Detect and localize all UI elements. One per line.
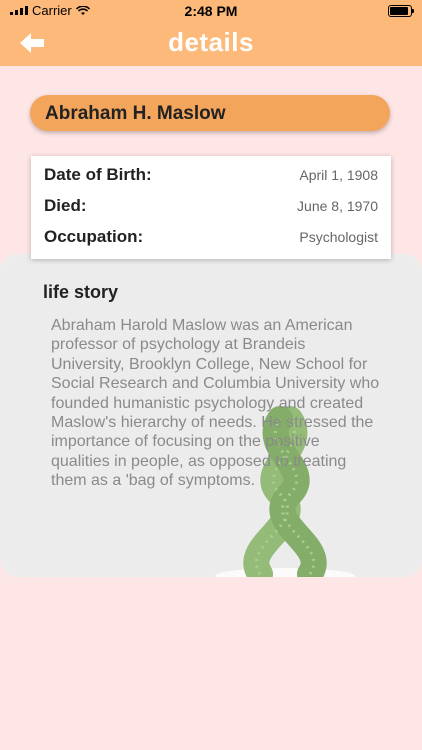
status-bar: Carrier 2:48 PM — [0, 0, 422, 22]
info-label: Date of Birth: — [44, 165, 152, 184]
info-value: Psychologist — [299, 229, 378, 245]
info-row-birth: Date of Birth: April 1, 1908 — [44, 163, 378, 189]
info-value: April 1, 1908 — [299, 167, 378, 183]
name-banner: Abraham H. Maslow — [30, 95, 390, 131]
story-title: life story — [43, 282, 119, 302]
person-name: Abraham H. Maslow — [45, 103, 226, 124]
info-row-occupation: Occupation: Psychologist — [44, 225, 378, 251]
info-card: Date of Birth: April 1, 1908 Died: June … — [31, 156, 391, 259]
status-time: 2:48 PM — [184, 3, 238, 19]
nav-header: Carrier 2:48 PM details — [0, 0, 422, 66]
life-story-card: life story Abraham Harold Maslow was an … — [0, 254, 422, 577]
info-value: June 8, 1970 — [297, 198, 378, 214]
page-title: details — [168, 27, 254, 57]
info-row-died: Died: June 8, 1970 — [44, 194, 378, 220]
story-text: Abraham Harold Maslow was an American pr… — [51, 317, 380, 490]
info-label: Occupation: — [44, 227, 144, 246]
info-label: Died: — [44, 196, 87, 215]
battery-icon — [388, 5, 414, 17]
